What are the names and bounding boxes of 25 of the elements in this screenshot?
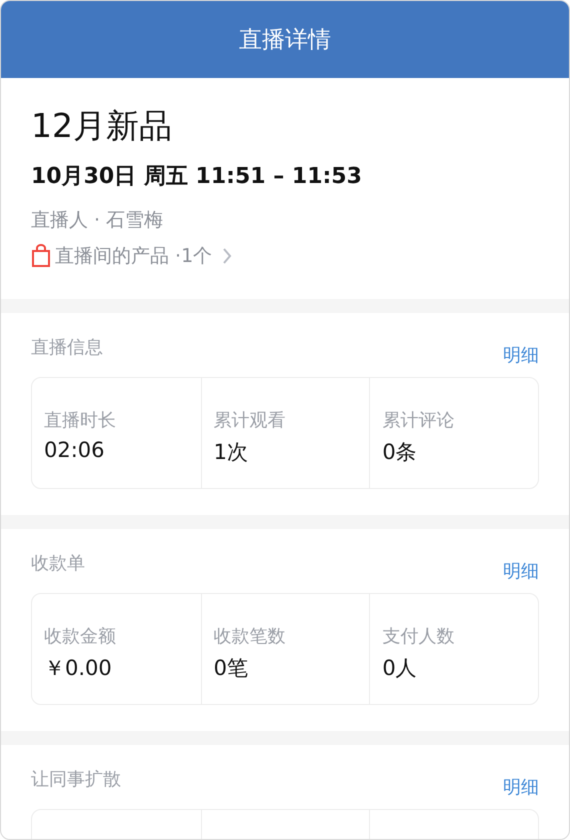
stat-label: 直播时长 <box>44 409 116 432</box>
stat-value: 02:06 <box>44 438 105 462</box>
stat-label: 收款金额 <box>44 625 116 648</box>
live-time: 10月30日 周五 11:51 – 11:53 <box>31 163 363 191</box>
stat-label: 支付人数 <box>382 625 454 648</box>
stat-label: 收款笔数 <box>214 625 286 648</box>
stat-value: 0条 <box>382 439 417 466</box>
stat-value: ￥0.00 <box>44 655 112 682</box>
details-link[interactable]: 明细 <box>503 343 539 367</box>
details-link[interactable]: 明细 <box>503 559 539 583</box>
products-link[interactable]: 直播间的产品 ·1个 <box>31 243 232 269</box>
shopping-bag-icon <box>31 244 51 268</box>
stat-value: 0人 <box>382 655 417 682</box>
details-link[interactable]: 明细 <box>503 775 539 799</box>
stat-value: 1次 <box>214 439 248 466</box>
live-title: 12月新品 <box>31 105 173 147</box>
stat-value: 0笔 <box>214 655 248 682</box>
section-title: 收款单 <box>31 552 85 575</box>
host-name: 直播人 · 石雪梅 <box>31 208 164 233</box>
chevron-right-icon <box>222 247 232 265</box>
page-title: 直播详情 <box>239 26 331 55</box>
stat-label: 累计观看 <box>214 409 286 432</box>
section-title: 让同事扩散 <box>31 768 121 791</box>
section-title: 直播信息 <box>31 336 103 359</box>
stat-label: 累计评论 <box>382 409 454 432</box>
